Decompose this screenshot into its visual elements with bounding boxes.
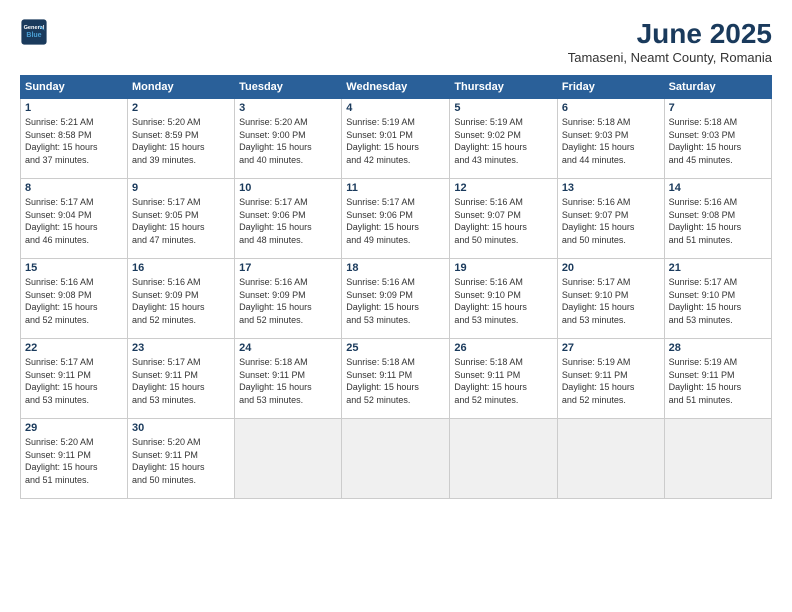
- calendar-day-9: 9Sunrise: 5:17 AMSunset: 9:05 PMDaylight…: [128, 179, 235, 259]
- calendar-day-18: 18Sunrise: 5:16 AMSunset: 9:09 PMDayligh…: [342, 259, 450, 339]
- calendar-day-29: 29Sunrise: 5:20 AMSunset: 9:11 PMDayligh…: [21, 419, 128, 499]
- calendar-day-5: 5Sunrise: 5:19 AMSunset: 9:02 PMDaylight…: [450, 99, 557, 179]
- calendar-day-empty-w4d4: [450, 419, 557, 499]
- calendar-day-14: 14Sunrise: 5:16 AMSunset: 9:08 PMDayligh…: [664, 179, 771, 259]
- svg-text:Blue: Blue: [26, 32, 41, 39]
- calendar-day-2: 2Sunrise: 5:20 AMSunset: 8:59 PMDaylight…: [128, 99, 235, 179]
- calendar-day-23: 23Sunrise: 5:17 AMSunset: 9:11 PMDayligh…: [128, 339, 235, 419]
- calendar-week-3: 22Sunrise: 5:17 AMSunset: 9:11 PMDayligh…: [21, 339, 772, 419]
- header-saturday: Saturday: [664, 76, 771, 99]
- calendar-day-21: 21Sunrise: 5:17 AMSunset: 9:10 PMDayligh…: [664, 259, 771, 339]
- calendar-day-12: 12Sunrise: 5:16 AMSunset: 9:07 PMDayligh…: [450, 179, 557, 259]
- calendar-day-13: 13Sunrise: 5:16 AMSunset: 9:07 PMDayligh…: [557, 179, 664, 259]
- calendar-day-11: 11Sunrise: 5:17 AMSunset: 9:06 PMDayligh…: [342, 179, 450, 259]
- calendar-day-15: 15Sunrise: 5:16 AMSunset: 9:08 PMDayligh…: [21, 259, 128, 339]
- header-monday: Monday: [128, 76, 235, 99]
- calendar-day-16: 16Sunrise: 5:16 AMSunset: 9:09 PMDayligh…: [128, 259, 235, 339]
- calendar-day-6: 6Sunrise: 5:18 AMSunset: 9:03 PMDaylight…: [557, 99, 664, 179]
- calendar-day-3: 3Sunrise: 5:20 AMSunset: 9:00 PMDaylight…: [235, 99, 342, 179]
- calendar-week-1: 8Sunrise: 5:17 AMSunset: 9:04 PMDaylight…: [21, 179, 772, 259]
- header-wednesday: Wednesday: [342, 76, 450, 99]
- header-friday: Friday: [557, 76, 664, 99]
- calendar-day-8: 8Sunrise: 5:17 AMSunset: 9:04 PMDaylight…: [21, 179, 128, 259]
- calendar-day-7: 7Sunrise: 5:18 AMSunset: 9:03 PMDaylight…: [664, 99, 771, 179]
- calendar-header-row: Sunday Monday Tuesday Wednesday Thursday…: [21, 76, 772, 99]
- header-tuesday: Tuesday: [235, 76, 342, 99]
- logo: General Blue: [20, 18, 48, 46]
- calendar-day-10: 10Sunrise: 5:17 AMSunset: 9:06 PMDayligh…: [235, 179, 342, 259]
- header-thursday: Thursday: [450, 76, 557, 99]
- calendar-day-25: 25Sunrise: 5:18 AMSunset: 9:11 PMDayligh…: [342, 339, 450, 419]
- calendar-day-empty-w4d5: [557, 419, 664, 499]
- calendar-week-0: 1Sunrise: 5:21 AMSunset: 8:58 PMDaylight…: [21, 99, 772, 179]
- calendar-day-28: 28Sunrise: 5:19 AMSunset: 9:11 PMDayligh…: [664, 339, 771, 419]
- calendar-week-2: 15Sunrise: 5:16 AMSunset: 9:08 PMDayligh…: [21, 259, 772, 339]
- page-header: General Blue June 2025 Tamaseni, Neamt C…: [20, 18, 772, 65]
- calendar-week-4: 29Sunrise: 5:20 AMSunset: 9:11 PMDayligh…: [21, 419, 772, 499]
- calendar-day-empty-w4d2: [235, 419, 342, 499]
- calendar-day-19: 19Sunrise: 5:16 AMSunset: 9:10 PMDayligh…: [450, 259, 557, 339]
- calendar-day-20: 20Sunrise: 5:17 AMSunset: 9:10 PMDayligh…: [557, 259, 664, 339]
- page-title: June 2025: [568, 18, 772, 50]
- calendar-day-empty-w4d6: [664, 419, 771, 499]
- header-sunday: Sunday: [21, 76, 128, 99]
- calendar-day-1: 1Sunrise: 5:21 AMSunset: 8:58 PMDaylight…: [21, 99, 128, 179]
- calendar-day-30: 30Sunrise: 5:20 AMSunset: 9:11 PMDayligh…: [128, 419, 235, 499]
- calendar-day-17: 17Sunrise: 5:16 AMSunset: 9:09 PMDayligh…: [235, 259, 342, 339]
- calendar-day-26: 26Sunrise: 5:18 AMSunset: 9:11 PMDayligh…: [450, 339, 557, 419]
- page-subtitle: Tamaseni, Neamt County, Romania: [568, 50, 772, 65]
- calendar-day-27: 27Sunrise: 5:19 AMSunset: 9:11 PMDayligh…: [557, 339, 664, 419]
- calendar-day-empty-w4d3: [342, 419, 450, 499]
- calendar-day-22: 22Sunrise: 5:17 AMSunset: 9:11 PMDayligh…: [21, 339, 128, 419]
- calendar-table: Sunday Monday Tuesday Wednesday Thursday…: [20, 75, 772, 499]
- logo-icon: General Blue: [20, 18, 48, 46]
- title-block: June 2025 Tamaseni, Neamt County, Romani…: [568, 18, 772, 65]
- calendar-day-4: 4Sunrise: 5:19 AMSunset: 9:01 PMDaylight…: [342, 99, 450, 179]
- calendar-day-24: 24Sunrise: 5:18 AMSunset: 9:11 PMDayligh…: [235, 339, 342, 419]
